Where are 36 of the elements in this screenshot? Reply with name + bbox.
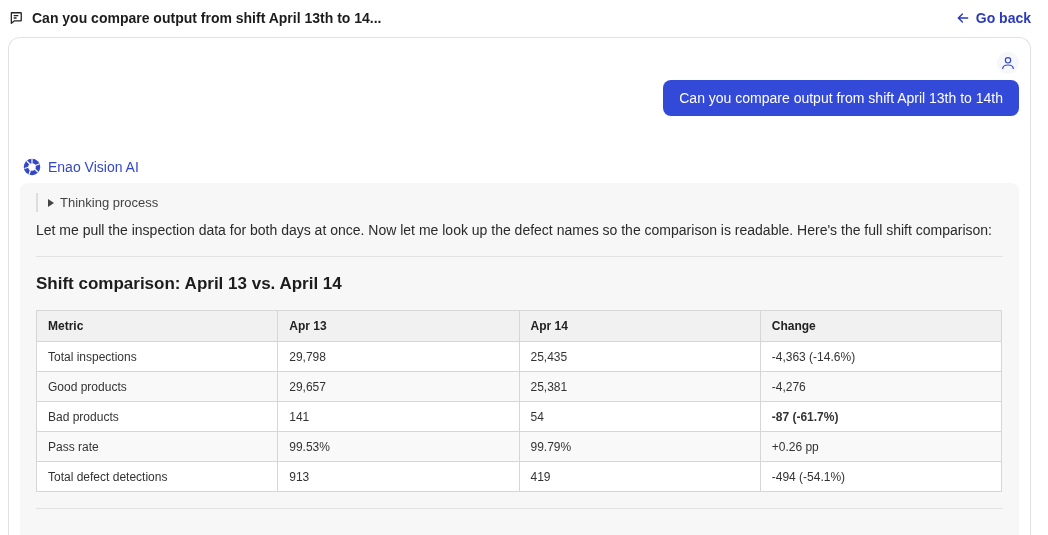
section-heading: Shift comparison: April 13 vs. April 14	[36, 274, 343, 294]
column-header: Change	[760, 310, 1002, 342]
table-cell: 99.53%	[277, 431, 519, 462]
column-header: Apr 13	[277, 310, 519, 342]
thinking-toggle[interactable]: Thinking process	[36, 193, 169, 212]
column-header: Apr 14	[519, 310, 761, 342]
go-back-link[interactable]: Go back	[955, 10, 1031, 26]
user-message: Can you compare output from shift April 13th to 14th	[663, 80, 1019, 116]
table-cell: 54	[519, 401, 761, 432]
table-cell: +0.26 pp	[760, 431, 1002, 462]
table-cell: 141	[277, 401, 519, 432]
table-cell: 29,657	[277, 371, 519, 402]
table-cell: 99.79%	[519, 431, 761, 462]
back-arrow-icon	[955, 11, 970, 25]
table-cell: Total inspections	[36, 341, 278, 372]
intro-paragraph: Let me pull the inspection data for both days at once. Now let me look up the defect names so the comparison is readable. Here's the full shift comparison:	[36, 221, 993, 240]
table-cell: 29,798	[277, 341, 519, 372]
table-cell: Bad products	[36, 401, 278, 432]
table-cell: -494 (-54.1%)	[760, 461, 1002, 492]
column-header: Metric	[36, 310, 278, 342]
table-cell: 25,435	[519, 341, 761, 372]
caret-icon	[48, 198, 54, 207]
table-cell: 913	[277, 461, 519, 492]
table-cell: -87 (-61.7%)	[760, 401, 1002, 432]
table-cell: Good products	[36, 371, 278, 402]
assistant-name: Enao Vision AI	[48, 159, 139, 175]
chat-icon	[9, 11, 23, 25]
aperture-logo-icon	[23, 158, 41, 176]
table-cell: 25,381	[519, 371, 761, 402]
table-cell: Total defect detections	[36, 461, 278, 492]
user-avatar-icon	[997, 52, 1019, 74]
table-cell: 419	[519, 461, 761, 492]
table-cell: Pass rate	[36, 431, 278, 462]
table-cell: -4,363 (-14.6%)	[760, 341, 1002, 372]
table-cell: -4,276	[760, 371, 1002, 402]
chat-title: Can you compare output from shift April 13th to 14...	[32, 10, 382, 26]
